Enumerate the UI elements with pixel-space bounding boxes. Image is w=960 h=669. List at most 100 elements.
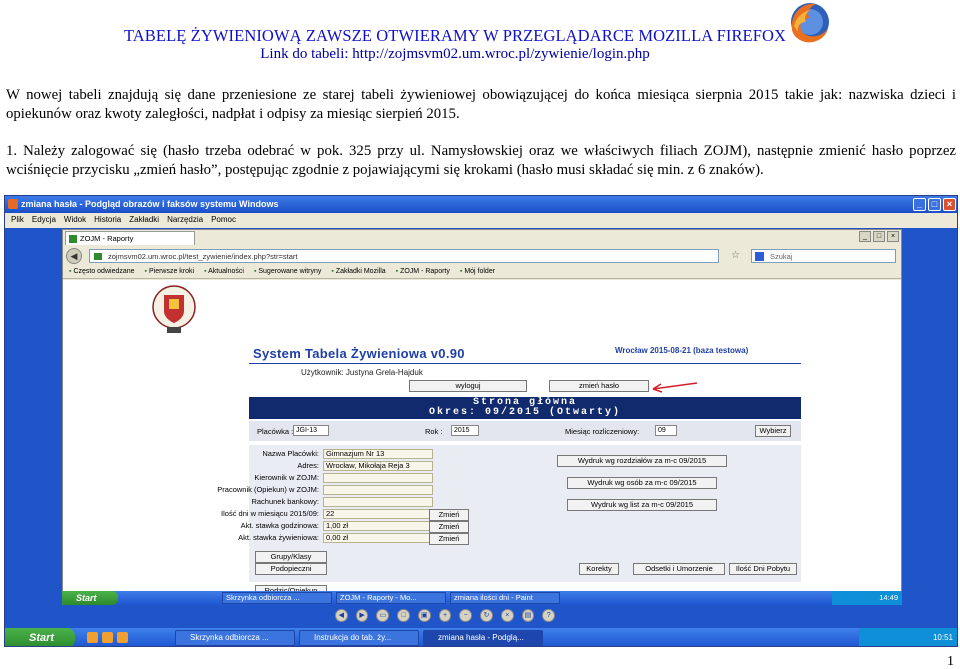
close-icon[interactable]: × — [887, 231, 899, 242]
podopieczni-button[interactable]: Podopieczni — [255, 563, 327, 575]
info-value-stawka-godz: 1,00 zł — [323, 521, 433, 531]
address-bar-url: zojmsvm02.um.wroc.pl/test_zywienie/index… — [108, 252, 298, 261]
document-link-line: Link do tabeli: http://zojmsvm02.um.wroc… — [260, 46, 650, 62]
rok-label: Rok : — [425, 427, 443, 436]
pointer-arrow-icon — [652, 382, 698, 393]
address-bar[interactable]: zojmsvm02.um.wroc.pl/test_zywienie/index… — [89, 249, 719, 263]
placowka-select[interactable]: JGI-13 — [293, 425, 329, 436]
bookmark-item[interactable]: ZOJM - Raporty — [396, 268, 450, 278]
delete-icon[interactable]: × — [500, 609, 514, 622]
divider — [249, 363, 801, 364]
outer-taskbar: Start Skrzynka odbiorcza ... Instrukcja … — [5, 628, 957, 646]
help-icon[interactable]: ? — [542, 609, 556, 622]
maximize-icon[interactable]: □ — [873, 231, 885, 242]
image-viewer-icon — [8, 199, 18, 209]
back-arrow-icon[interactable]: ◀ — [66, 248, 82, 264]
logout-button[interactable]: wyloguj — [409, 380, 527, 392]
placowka-label: Placówka : — [257, 427, 294, 436]
zmien-stawka-zyw-button[interactable]: Zmień — [429, 533, 469, 545]
step1-paragraph: 1. Należy zalogować się (hasło trzeba od… — [6, 143, 956, 178]
intro-paragraph: W nowej tabeli znajdują się dane przenie… — [6, 87, 956, 122]
inner-task-item[interactable]: ZOJM - Raporty - Mo... — [336, 592, 446, 604]
bookmark-star-icon[interactable]: ☆ — [731, 250, 740, 261]
taskbar-item[interactable]: Skrzynka odbiorcza ... — [175, 630, 295, 646]
menu-narzedzia[interactable]: Narzędzia — [167, 215, 203, 228]
menu-historia[interactable]: Historia — [94, 215, 121, 228]
page-number: 1 — [947, 654, 954, 669]
nav-period: Okres: 09/2015 (Otwarty) — [428, 407, 622, 418]
web-page-content: System Tabela Żywieniowa v0.90 Wrocław 2… — [63, 280, 901, 600]
app-title: System Tabela Żywieniowa v0.90 — [253, 346, 465, 361]
bookmark-item[interactable]: Sugerowane witryny — [254, 268, 321, 278]
info-label-dni: Ilość dni w miesiącu 2015/09: — [221, 509, 319, 518]
zojm-crest-logo-icon — [152, 285, 196, 333]
placowka-info-panel: Nazwa Placówki: Gimnazjum Nr 13 Adres: W… — [217, 445, 801, 582]
maximize-icon[interactable]: □ — [928, 198, 941, 211]
bookmark-item[interactable]: Często odwiedzane — [69, 268, 134, 278]
search-placeholder: Szukaj — [770, 252, 793, 261]
bookmark-item[interactable]: Zakładki Mozilla — [331, 268, 386, 278]
info-label-stawka-zyw: Akt. stawka żywieniowa: — [238, 533, 319, 542]
change-password-button[interactable]: zmień hasło — [549, 380, 649, 392]
taskbar-item[interactable]: Instrukcja do tab. ży... — [299, 630, 419, 646]
user-label: Użytkownik: Justyna Grela-Hajduk — [301, 368, 423, 377]
korekty-button[interactable]: Korekty — [579, 563, 619, 575]
quick-launch-icon[interactable] — [87, 632, 98, 643]
best-fit-icon[interactable]: ▭ — [376, 609, 390, 622]
info-label-rachunek: Rachunek bankowy: — [251, 497, 319, 506]
inner-task-item[interactable]: zmiana ilości dni - Paint — [450, 592, 560, 604]
quick-launch-icon[interactable] — [102, 632, 113, 643]
bookmark-item[interactable]: Pierwsze kroki — [145, 268, 194, 278]
zmien-dni-button[interactable]: Zmień — [429, 509, 469, 521]
menu-edycja[interactable]: Edycja — [32, 215, 56, 228]
info-value-stawka-zyw: 0,00 zł — [323, 533, 433, 543]
menu-zakladki[interactable]: Zakładki — [129, 215, 159, 228]
tab-favicon-icon — [69, 235, 77, 243]
quick-launch-icon[interactable] — [117, 632, 128, 643]
navigation-toolbar: ◀ zojmsvm02.um.wroc.pl/test_zywienie/ind… — [63, 246, 901, 266]
rok-select[interactable]: 2015 — [451, 425, 479, 436]
miesiac-label: Miesiąc rozliczeniowy: — [565, 427, 640, 436]
menu-pomoc[interactable]: Pomoc — [211, 215, 236, 228]
close-icon[interactable]: × — [943, 198, 956, 211]
inner-clock: 14:49 — [832, 591, 902, 605]
info-value-adres: Wrocław, Mikołaja Reja 3 — [323, 461, 433, 471]
inner-start-button[interactable]: Start — [62, 591, 118, 605]
quick-launch — [87, 632, 128, 643]
browser-tab[interactable]: ZOJM - Raporty — [65, 231, 195, 245]
taskbar-item-active[interactable]: zmiana hasła - Podglą... — [423, 630, 543, 646]
report-rozdzialy-button[interactable]: Wydruk wg rozdziałów za m-c 09/2015 — [557, 455, 727, 467]
zmien-stawka-godz-button[interactable]: Zmień — [429, 521, 469, 533]
report-listy-button[interactable]: Wydruk wg list za m-c 09/2015 — [567, 499, 717, 511]
inner-task-item[interactable]: Skrzynka odbiorcza ... — [222, 592, 332, 604]
search-input[interactable]: Szukaj — [751, 249, 896, 263]
slideshow-icon[interactable]: ▣ — [417, 609, 431, 622]
info-label-adres: Adres: — [297, 461, 319, 470]
info-value-kierownik — [323, 473, 433, 483]
info-value-rachunek — [323, 497, 433, 507]
menu-plik[interactable]: Plik — [11, 215, 24, 228]
miesiac-select[interactable]: 09 — [655, 425, 677, 436]
previous-image-icon[interactable]: ◀ — [335, 609, 348, 622]
minimize-icon[interactable]: _ — [859, 231, 871, 242]
zoom-out-icon[interactable]: − — [459, 609, 473, 622]
menu-widok[interactable]: Widok — [64, 215, 86, 228]
start-button[interactable]: Start — [5, 628, 75, 646]
ilosc-dni-button[interactable]: Ilość Dni Pobytu — [729, 563, 797, 575]
zoom-in-icon[interactable]: + — [438, 609, 452, 622]
odsetki-button[interactable]: Odsetki i Umorzenie — [633, 563, 725, 575]
bookmark-item[interactable]: Aktualności — [204, 268, 244, 278]
wybierz-button[interactable]: Wybierz — [755, 425, 791, 437]
next-image-icon[interactable]: ▶ — [355, 609, 369, 622]
rotate-icon[interactable]: ↻ — [480, 609, 493, 622]
actual-size-icon[interactable]: □ — [397, 609, 410, 622]
outer-window-title: zmiana hasła - Podgląd obrazów i faksów … — [21, 199, 279, 209]
print-icon[interactable]: ▤ — [521, 609, 535, 622]
bookmarks-toolbar: Często odwiedzane Pierwsze kroki Aktualn… — [63, 266, 901, 279]
report-osoby-button[interactable]: Wydruk wg osób za m-c 09/2015 — [567, 477, 717, 489]
document-title: TABELĘ ŻYWIENIOWĄ ZAWSZE OTWIERAMY W PRZ… — [123, 26, 787, 45]
minimize-icon[interactable]: _ — [913, 198, 926, 211]
bookmark-item[interactable]: Mój folder — [460, 268, 495, 278]
info-value-pracownik — [323, 485, 433, 495]
grupy-klasy-button[interactable]: Grupy/Klasy — [255, 551, 327, 563]
